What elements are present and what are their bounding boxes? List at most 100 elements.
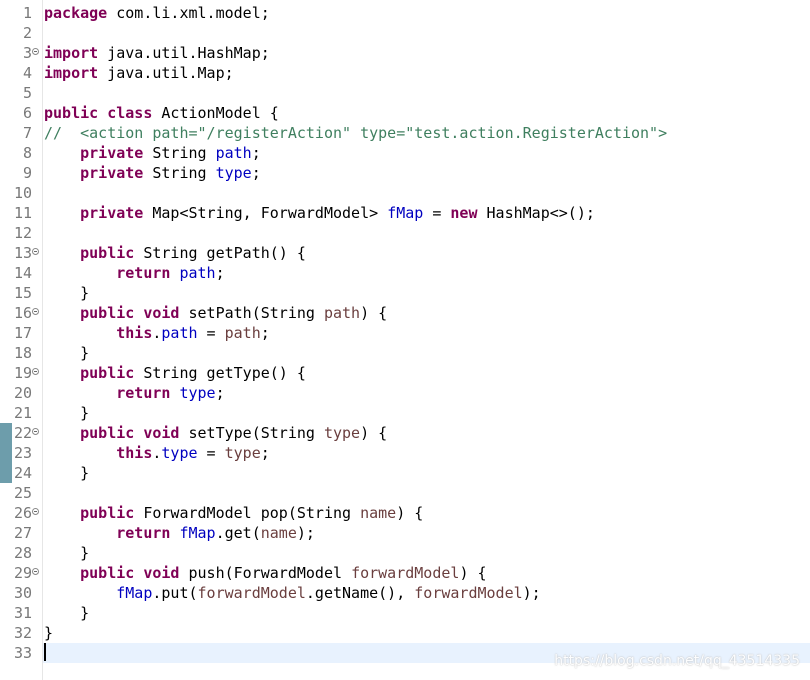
code-line[interactable]: 21 }: [0, 403, 810, 423]
code-text[interactable]: public String getPath() {: [44, 243, 306, 263]
fold-collapse-icon[interactable]: [32, 368, 39, 375]
code-text[interactable]: }: [44, 283, 89, 303]
line-number: 2: [22, 24, 32, 42]
code-line[interactable]: 14 return path;: [0, 263, 810, 283]
code-editor[interactable]: 1 package com.li.xml.model; 2 3 import java.…: [0, 0, 810, 680]
code-text[interactable]: public void setPath(String path) {: [44, 303, 387, 323]
code-token-plain: }: [44, 624, 54, 642]
code-token-kw: public: [44, 104, 99, 122]
code-line[interactable]: 22 public void setType(String type) {: [0, 423, 810, 443]
code-token-kw: public: [80, 504, 135, 522]
code-token-plain: String: [143, 164, 216, 182]
code-token-plain: java.util.HashMap;: [98, 44, 270, 62]
code-text[interactable]: fMap.put(forwardModel.getName(), forward…: [44, 583, 540, 603]
code-token-kw: public: [80, 244, 135, 262]
code-token-plain: HashMap<>();: [477, 204, 595, 222]
code-line[interactable]: 13 public String getPath() {: [0, 243, 810, 263]
code-line[interactable]: 2: [0, 23, 810, 43]
line-number: 10: [13, 184, 32, 202]
code-text[interactable]: public void setType(String type) {: [44, 423, 387, 443]
code-line[interactable]: 10: [0, 183, 810, 203]
code-line[interactable]: 3 import java.util.HashMap;: [0, 43, 810, 63]
code-text[interactable]: }: [44, 603, 89, 623]
code-token-plain: ;: [260, 444, 270, 462]
line-number: 18: [13, 344, 32, 362]
code-line[interactable]: 28 }: [0, 543, 810, 563]
code-text[interactable]: this.type = type;: [44, 443, 270, 463]
code-token-kw: private: [80, 164, 144, 182]
code-line[interactable]: 6 public class ActionModel {: [0, 103, 810, 123]
code-line[interactable]: 4 import java.util.Map;: [0, 63, 810, 83]
code-text[interactable]: }: [44, 403, 89, 423]
fold-collapse-icon[interactable]: [32, 308, 39, 315]
code-line[interactable]: 11 private Map<String, ForwardModel> fMa…: [0, 203, 810, 223]
code-line[interactable]: 18 }: [0, 343, 810, 363]
code-token-param: forwardModel: [351, 564, 460, 582]
line-number: 30: [13, 584, 32, 602]
line-number: 7: [22, 124, 32, 142]
code-text[interactable]: public class ActionModel {: [44, 103, 279, 123]
code-line[interactable]: 26 public ForwardModel pop(String name) …: [0, 503, 810, 523]
code-text[interactable]: this.path = path;: [44, 323, 270, 343]
code-line[interactable]: 12: [0, 223, 810, 243]
code-text[interactable]: return fMap.get(name);: [44, 523, 315, 543]
code-text[interactable]: private String type;: [44, 163, 261, 183]
code-text[interactable]: }: [44, 543, 89, 563]
code-token-kw: return: [116, 524, 171, 542]
code-line[interactable]: 8 private String path;: [0, 143, 810, 163]
fold-collapse-icon[interactable]: [32, 248, 39, 255]
code-text[interactable]: }: [44, 343, 89, 363]
code-text[interactable]: public String getType() {: [44, 363, 306, 383]
line-number: 20: [13, 384, 32, 402]
code-line[interactable]: 32}: [0, 623, 810, 643]
code-line[interactable]: 20 return type;: [0, 383, 810, 403]
code-token-param: forwardModel: [414, 584, 523, 602]
code-token-plain: String: [143, 144, 216, 162]
code-token-plain: }: [44, 544, 90, 562]
code-line[interactable]: 31 }: [0, 603, 810, 623]
code-line[interactable]: 19 public String getType() {: [0, 363, 810, 383]
code-line[interactable]: 27 return fMap.get(name);: [0, 523, 810, 543]
code-text[interactable]: import java.util.HashMap;: [44, 43, 270, 63]
code-text[interactable]: private String path;: [44, 143, 261, 163]
code-text[interactable]: }: [44, 623, 53, 643]
code-line[interactable]: 23 this.type = type;: [0, 443, 810, 463]
code-text[interactable]: public void push(ForwardModel forwardMod…: [44, 563, 486, 583]
code-line[interactable]: 5: [0, 83, 810, 103]
code-text[interactable]: return type;: [44, 383, 224, 403]
code-line[interactable]: 29 public void push(ForwardModel forward…: [0, 563, 810, 583]
fold-collapse-icon[interactable]: [32, 428, 39, 435]
code-line[interactable]: 7 // <action path="/registerAction" type=…: [0, 123, 810, 143]
code-token-param: type: [224, 444, 261, 462]
code-text[interactable]: public ForwardModel pop(String name) {: [44, 503, 423, 523]
line-number: 11: [13, 204, 32, 222]
code-line[interactable]: 16 public void setPath(String path) {: [0, 303, 810, 323]
fold-collapse-icon[interactable]: [32, 508, 39, 515]
code-token-kw: public: [80, 564, 135, 582]
code-text[interactable]: return path;: [44, 263, 225, 283]
code-text[interactable]: package com.li.xml.model;: [44, 3, 270, 23]
code-line[interactable]: 30 fMap.put(forwardModel.getName(), forw…: [0, 583, 810, 603]
code-line[interactable]: 1 package com.li.xml.model;: [0, 3, 810, 23]
code-token-field: type: [161, 444, 198, 462]
code-token-kw: import: [44, 44, 99, 62]
code-line[interactable]: 9 private String type;: [0, 163, 810, 183]
fold-collapse-icon[interactable]: [32, 48, 39, 55]
code-text[interactable]: import java.util.Map;: [44, 63, 234, 83]
code-text[interactable]: // <action path="/registerAction" type="…: [44, 123, 667, 143]
code-token-plain: ;: [251, 144, 261, 162]
code-line[interactable]: 15 }: [0, 283, 810, 303]
code-token-plain: ) {: [396, 504, 424, 522]
code-text[interactable]: }: [44, 463, 89, 483]
code-token-kw: this: [116, 324, 153, 342]
code-line[interactable]: 17 this.path = path;: [0, 323, 810, 343]
fold-collapse-icon[interactable]: [32, 568, 39, 575]
code-line[interactable]: 24 }: [0, 463, 810, 483]
code-line[interactable]: 25: [0, 483, 810, 503]
code-token-plain: ;: [215, 264, 225, 282]
code-token-param: forwardModel: [197, 584, 306, 602]
code-text[interactable]: private Map<String, ForwardModel> fMap =…: [44, 203, 595, 223]
